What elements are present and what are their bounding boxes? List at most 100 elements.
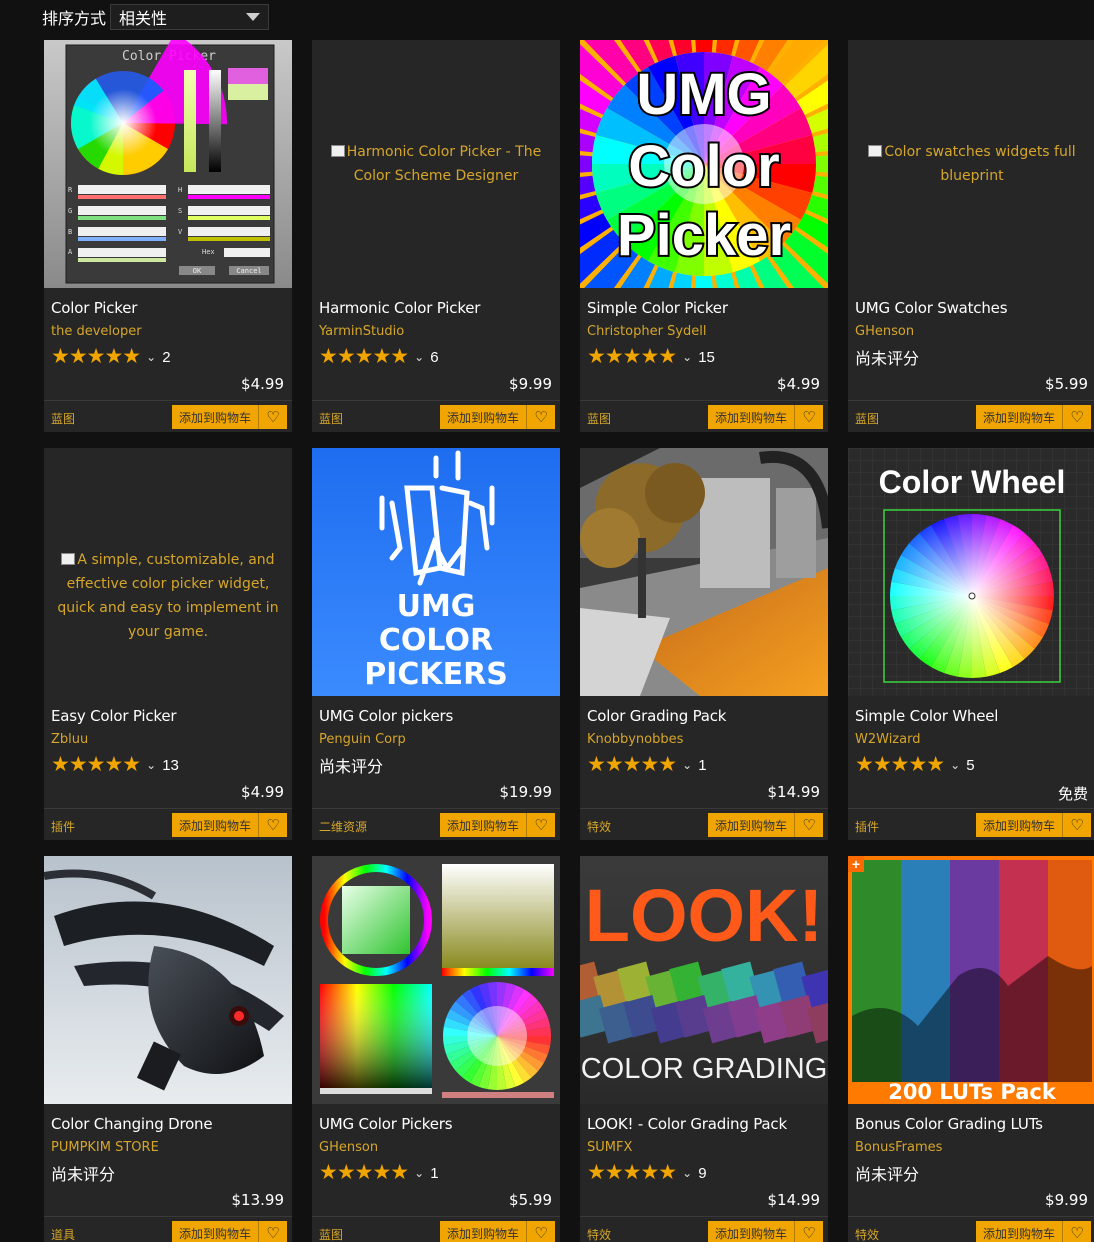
product-author[interactable]: the developer: [51, 324, 142, 339]
product-category[interactable]: 蓝图: [587, 410, 611, 427]
product-category[interactable]: 特效: [587, 1226, 611, 1242]
product-title[interactable]: LOOK! - Color Grading Pack: [587, 1115, 787, 1133]
product-rating: ★★★★★ ⌄ 15: [587, 346, 715, 368]
product-card[interactable]: UMG Color Picker Simple Color Picker Chr…: [580, 40, 828, 432]
product-thumbnail[interactable]: + 200 LUTs Pack: [848, 856, 1094, 1104]
add-to-cart-button[interactable]: 添加到购物车 ♡: [440, 405, 555, 429]
add-to-cart-button[interactable]: 添加到购物车 ♡: [440, 1221, 555, 1242]
product-category[interactable]: 蓝图: [855, 410, 879, 427]
heart-icon[interactable]: ♡: [527, 813, 555, 837]
heart-icon[interactable]: ♡: [527, 1221, 555, 1242]
heart-icon[interactable]: ♡: [259, 405, 287, 429]
chevron-down-icon[interactable]: ⌄: [414, 1166, 424, 1180]
add-to-cart-button[interactable]: 添加到购物车 ♡: [172, 813, 287, 837]
product-price: $4.99: [241, 783, 284, 801]
product-thumbnail[interactable]: [44, 856, 292, 1104]
add-to-cart-button[interactable]: 添加到购物车 ♡: [440, 813, 555, 837]
add-to-cart-label: 添加到购物车: [708, 813, 795, 837]
product-thumbnail[interactable]: Color swatches widgets full blueprint: [848, 40, 1094, 288]
heart-icon[interactable]: ♡: [259, 1221, 287, 1242]
product-category[interactable]: 蓝图: [319, 410, 343, 427]
product-author[interactable]: Zbluu: [51, 732, 88, 747]
add-to-cart-button[interactable]: 添加到购物车 ♡: [172, 405, 287, 429]
product-author[interactable]: BonusFrames: [855, 1140, 942, 1155]
product-title[interactable]: UMG Color pickers: [319, 707, 453, 725]
product-thumbnail[interactable]: [312, 856, 560, 1104]
heart-icon[interactable]: ♡: [795, 813, 823, 837]
product-category[interactable]: 特效: [855, 1226, 879, 1242]
product-card[interactable]: LOOK! COLOR GRADING LOOK! - Color Gradin…: [580, 856, 828, 1242]
product-title[interactable]: UMG Color Pickers: [319, 1115, 453, 1133]
heart-icon[interactable]: ♡: [1063, 1221, 1091, 1242]
product-title[interactable]: Color Grading Pack: [587, 707, 726, 725]
product-author[interactable]: PUMPKIM STORE: [51, 1140, 159, 1155]
product-author[interactable]: SUMFX: [587, 1140, 632, 1155]
product-card[interactable]: Harmonic Color Picker - The Color Scheme…: [312, 40, 560, 432]
product-thumbnail[interactable]: UMG COLOR PICKERS: [312, 448, 560, 696]
product-card[interactable]: + 200 LUTs Pack Bonus Color Grading LUTs…: [848, 856, 1094, 1242]
sort-dropdown[interactable]: 相关性: [110, 4, 270, 30]
star-rating: ★★★★★: [587, 1161, 677, 1184]
product-thumbnail[interactable]: UMG Color Picker: [580, 40, 828, 288]
product-thumbnail[interactable]: Harmonic Color Picker - The Color Scheme…: [312, 40, 560, 288]
product-card[interactable]: A simple, customizable, and effective co…: [44, 448, 292, 840]
product-category[interactable]: 特效: [587, 818, 611, 835]
product-card[interactable]: Color Picker RGBA HSVHex OK Cancel Co: [44, 40, 292, 432]
add-to-cart-button[interactable]: 添加到购物车 ♡: [172, 1221, 287, 1242]
product-title[interactable]: Simple Color Picker: [587, 299, 728, 317]
add-to-cart-button[interactable]: 添加到购物车 ♡: [976, 813, 1091, 837]
product-author[interactable]: GHenson: [319, 1140, 378, 1155]
chevron-down-icon[interactable]: ⌄: [682, 758, 692, 772]
product-card[interactable]: Color Changing Drone PUMPKIM STORE 尚未评分 …: [44, 856, 292, 1242]
product-author[interactable]: W2Wizard: [855, 732, 920, 747]
add-to-cart-button[interactable]: 添加到购物车 ♡: [976, 405, 1091, 429]
product-card[interactable]: Color Grading Pack Knobbynobbes ★★★★★ ⌄ 1 …: [580, 448, 828, 840]
product-card[interactable]: Color swatches widgets full blueprint UM…: [848, 40, 1094, 432]
product-author[interactable]: Penguin Corp: [319, 732, 406, 747]
heart-icon[interactable]: ♡: [259, 813, 287, 837]
product-author[interactable]: Christopher Sydell: [587, 324, 706, 339]
chevron-down-icon[interactable]: ⌄: [146, 350, 156, 364]
add-to-cart-button[interactable]: 添加到购物车 ♡: [708, 405, 823, 429]
heart-icon[interactable]: ♡: [527, 405, 555, 429]
product-card[interactable]: UMG Color Pickers GHenson ★★★★★ ⌄ 1 $5.99 …: [312, 856, 560, 1242]
product-category[interactable]: 蓝图: [51, 410, 75, 427]
product-thumbnail[interactable]: LOOK! COLOR GRADING: [580, 856, 828, 1104]
product-category[interactable]: 蓝图: [319, 1226, 343, 1242]
add-to-cart-button[interactable]: 添加到购物车 ♡: [708, 813, 823, 837]
product-title[interactable]: Color Changing Drone: [51, 1115, 213, 1133]
product-author[interactable]: GHenson: [855, 324, 914, 339]
product-thumbnail[interactable]: Color Picker RGBA H S V Hex OK Cancel: [44, 40, 292, 288]
chevron-down-icon[interactable]: ⌄: [414, 350, 424, 364]
add-to-cart-button[interactable]: 添加到购物车 ♡: [976, 1221, 1091, 1242]
product-thumbnail[interactable]: Color Wheel: [848, 448, 1094, 696]
product-title[interactable]: Color Picker: [51, 299, 137, 317]
product-title[interactable]: Simple Color Wheel: [855, 707, 998, 725]
product-card[interactable]: Color Wheel Simple Color Wheel W2Wizard …: [848, 448, 1094, 840]
product-category[interactable]: 二维资源: [319, 818, 367, 835]
sort-value: 相关性: [119, 9, 168, 28]
star-rating: ★★★★★: [51, 345, 141, 368]
chevron-down-icon[interactable]: ⌄: [682, 350, 692, 364]
chevron-down-icon[interactable]: ⌄: [146, 758, 156, 772]
chevron-down-icon[interactable]: ⌄: [682, 1166, 692, 1180]
product-category[interactable]: 道具: [51, 1226, 75, 1242]
heart-icon[interactable]: ♡: [1063, 405, 1091, 429]
product-card[interactable]: UMG COLOR PICKERS UMG Color pickers Peng…: [312, 448, 560, 840]
product-thumbnail[interactable]: [580, 448, 828, 696]
product-title[interactable]: UMG Color Swatches: [855, 299, 1008, 317]
rating-count: 9: [698, 1164, 707, 1182]
heart-icon[interactable]: ♡: [795, 405, 823, 429]
add-to-cart-button[interactable]: 添加到购物车 ♡: [708, 1221, 823, 1242]
product-title[interactable]: Bonus Color Grading LUTs: [855, 1115, 1043, 1133]
product-author[interactable]: Knobbynobbes: [587, 732, 683, 747]
product-title[interactable]: Easy Color Picker: [51, 707, 177, 725]
product-thumbnail[interactable]: A simple, customizable, and effective co…: [44, 448, 292, 696]
heart-icon[interactable]: ♡: [795, 1221, 823, 1242]
product-category[interactable]: 插件: [855, 818, 879, 835]
product-author[interactable]: YarminStudio: [319, 324, 404, 339]
heart-icon[interactable]: ♡: [1063, 813, 1091, 837]
product-title[interactable]: Harmonic Color Picker: [319, 299, 480, 317]
chevron-down-icon[interactable]: ⌄: [950, 758, 960, 772]
product-category[interactable]: 插件: [51, 818, 75, 835]
